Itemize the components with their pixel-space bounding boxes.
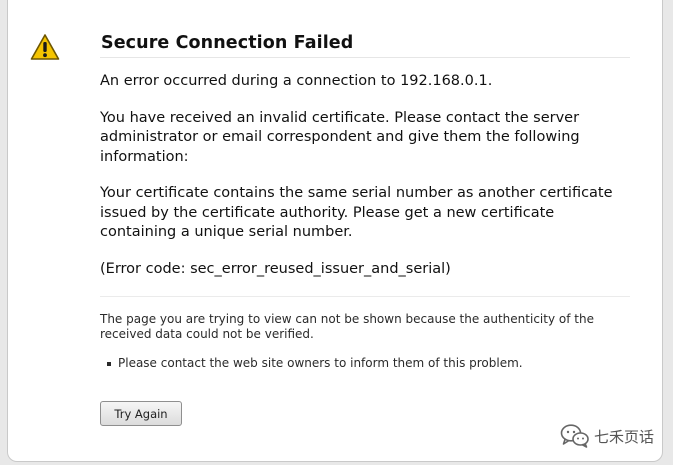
- wechat-icon: [560, 424, 589, 448]
- advice-text: Please contact the web site owners to in…: [118, 356, 523, 370]
- advice-item: Please contact the web site owners to in…: [100, 356, 523, 371]
- watermark: 七禾页话: [560, 423, 654, 449]
- section-divider: [100, 296, 630, 297]
- error-paragraph: Your certificate contains the same seria…: [100, 185, 613, 240]
- title-divider: [100, 57, 630, 58]
- error-paragraph: You have received an invalid certificate…: [100, 109, 580, 165]
- error-long-description: An error occurred during a connection to…: [100, 72, 630, 296]
- error-paragraph: An error occurred during a connection to…: [100, 73, 493, 89]
- try-again-button[interactable]: Try Again: [100, 401, 182, 426]
- watermark-text: 七禾页话: [594, 427, 655, 446]
- bullet-icon: [107, 362, 111, 366]
- error-page: Secure Connection Failed An error occurr…: [7, 0, 663, 462]
- error-code: (Error code: sec_error_reused_issuer_and…: [100, 260, 451, 277]
- warning-icon: [30, 34, 60, 60]
- error-title: Secure Connection Failed: [101, 33, 354, 53]
- advice-list: Please contact the web site owners to in…: [100, 356, 523, 371]
- error-short-description: The page you are trying to view can not …: [100, 312, 594, 341]
